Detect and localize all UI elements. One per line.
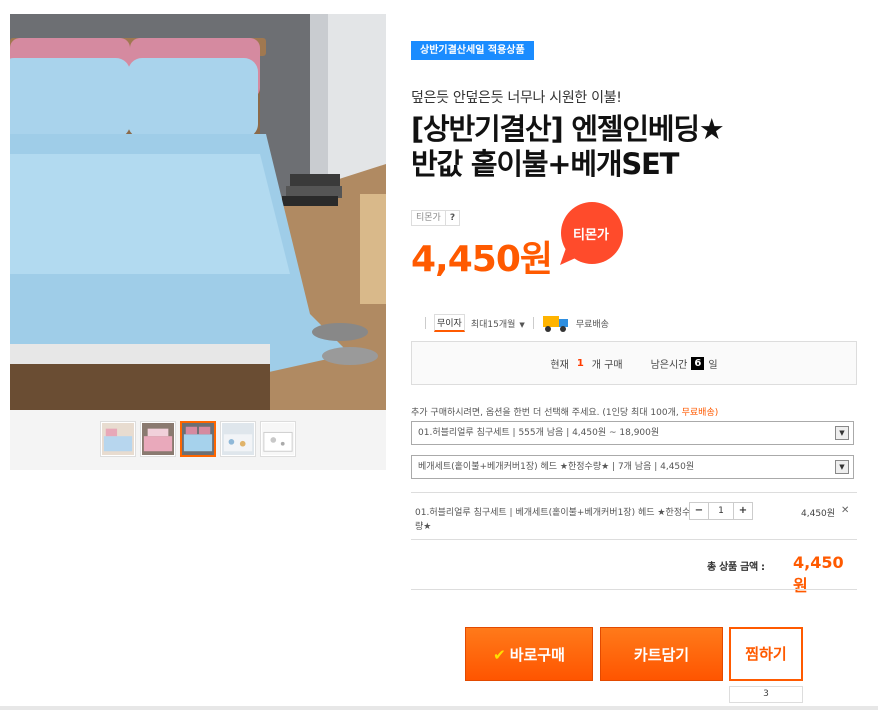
installment-text: 최대15개월	[470, 319, 516, 330]
total-label: 총 상품 금액 :	[707, 562, 765, 573]
divider	[411, 492, 857, 493]
buy-now-button[interactable]: ✔ 바로구매	[465, 627, 593, 681]
chosen-option-text: 01.허블리얼루 침구세트 | 베개세트(홑이불+베개커버1장) 헤드 ★한정수…	[415, 508, 691, 532]
thumbnail-2[interactable]	[140, 421, 176, 457]
wishlist-button[interactable]: 찜하기	[729, 627, 803, 681]
product-price: 4,450원	[411, 239, 553, 280]
option-select-2[interactable]: 베개세트(홑이불+베개커버1장) 헤드 ★한정수량★ | 7개 남음 | 4,4…	[411, 455, 854, 479]
add-to-cart-button[interactable]: 카트담기	[600, 627, 723, 681]
product-title-line1: [상반기결산] 엔젤인베딩★	[411, 112, 725, 146]
dropdown-arrow-icon: ▼	[835, 426, 849, 440]
option-select-1-value: 01.허블리얼루 침구세트 | 555개 남음 | 4,450원 ~ 18,90…	[418, 428, 660, 438]
option-guide-text: 추가 구매하시려면, 옵션을 한번 더 선택해 주세요. (1인당 최대 100…	[411, 408, 679, 418]
product-gallery	[10, 14, 386, 470]
price-help-icon[interactable]: ?	[444, 211, 459, 225]
check-icon: ✔	[493, 646, 506, 664]
price-bubble-text: 티몬가	[573, 228, 609, 243]
main-product-image	[10, 14, 386, 410]
thumbnail-3[interactable]	[180, 421, 216, 457]
truck-icon	[542, 316, 568, 332]
product-title: [상반기결산] 엔젤인베딩★ 반값 홑이불+베개SET	[411, 112, 831, 182]
price-label-text: 티몬가	[416, 213, 441, 223]
remaining-suffix: 일	[708, 359, 718, 371]
thumbnail-4[interactable]	[220, 421, 256, 457]
option-select-1[interactable]: 01.허블리얼루 침구세트 | 555개 남음 | 4,450원 ~ 18,90…	[411, 421, 854, 445]
dropdown-arrow-icon: ▼	[835, 460, 849, 474]
thumbnail-1[interactable]	[100, 421, 136, 457]
product-subtitle: 덮은듯 안덮은듯 너무나 시원한 이불!	[411, 90, 622, 106]
quantity-minus-button[interactable]: −	[690, 503, 708, 519]
bottom-border	[0, 706, 878, 710]
remaining-prefix: 남은시간	[650, 359, 688, 371]
remaining-days: 6	[691, 356, 705, 370]
purchase-status: 현재 1 개 구매 남은시간 6 일	[411, 341, 857, 385]
price-label: 티몬가 ?	[411, 210, 461, 226]
option-guide: 추가 구매하시려면, 옵션을 한번 더 선택해 주세요. (1인당 최대 100…	[411, 405, 718, 418]
quantity-plus-button[interactable]: +	[734, 503, 752, 519]
buy-now-label: 바로구매	[509, 646, 565, 664]
current-count: 1	[576, 357, 584, 369]
installment-badge: 무이자	[434, 314, 465, 332]
remove-option-close-icon[interactable]: ✕	[841, 505, 849, 516]
thumbnail-strip	[100, 421, 296, 457]
sale-badge: 상반기결산세일 적용상품	[411, 41, 534, 60]
benefit-bar: 무이자 최대15개월 ▼ 무료배송	[417, 313, 609, 333]
option-guide-highlight: 무료배송)	[681, 408, 719, 418]
product-info: 상반기결산세일 적용상품 덮은듯 안덮은듯 너무나 시원한 이불! [상반기결산…	[411, 0, 857, 710]
current-suffix: 개 구매	[591, 359, 623, 371]
wishlist-count: 3	[729, 686, 803, 703]
divider	[425, 317, 426, 329]
quantity-stepper: − 1 +	[689, 502, 753, 520]
quantity-input[interactable]: 1	[708, 503, 734, 519]
divider	[411, 539, 857, 540]
divider	[411, 589, 857, 590]
option-select-2-value: 베개세트(홑이불+베개커버1장) 헤드 ★한정수량★ | 7개 남음 | 4,4…	[418, 462, 695, 472]
installment-dropdown[interactable]: 최대15개월 ▼	[471, 317, 525, 330]
chevron-down-icon: ▼	[519, 320, 525, 329]
product-title-line2: 반값 홑이불+베개SET	[411, 147, 679, 181]
current-prefix: 현재	[550, 359, 569, 371]
thumbnail-5[interactable]	[260, 421, 296, 457]
divider	[532, 317, 534, 329]
chosen-option-price: 4,450원	[801, 509, 836, 519]
shipping-text: 무료배송	[575, 319, 609, 330]
